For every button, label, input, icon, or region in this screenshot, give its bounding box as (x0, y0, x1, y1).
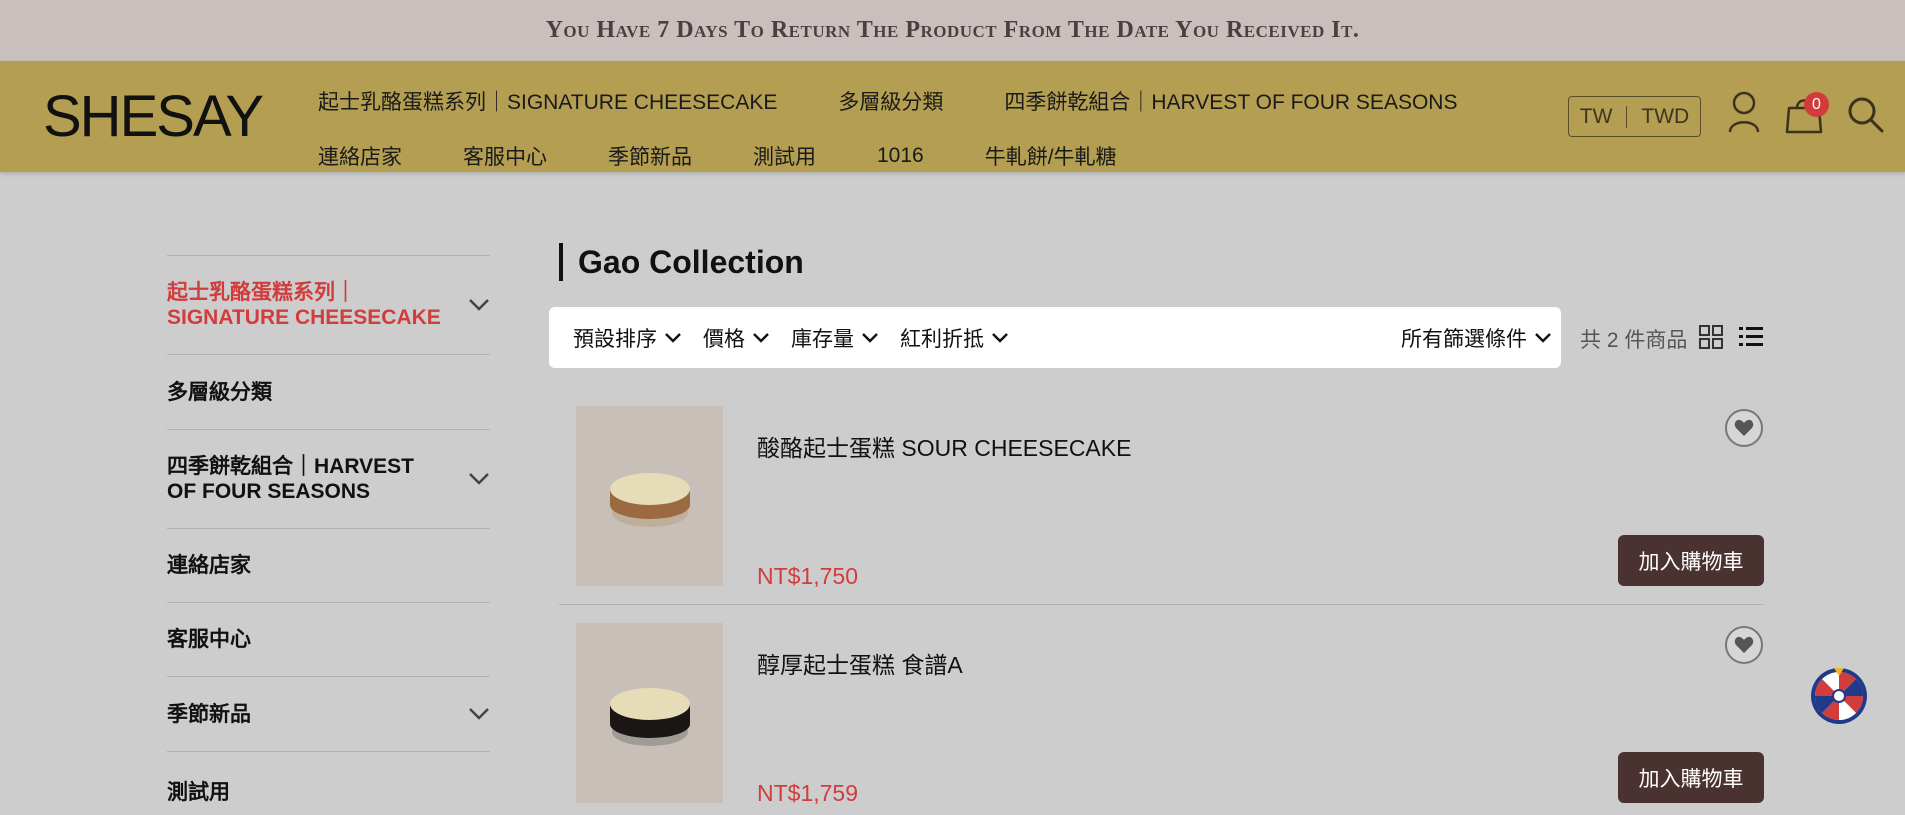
sidebar-item-label: 連絡店家 (167, 554, 251, 577)
grid-view-icon[interactable] (1699, 325, 1723, 349)
product-price: NT$1,750 (757, 563, 859, 589)
stock-filter[interactable]: 庫存量 (791, 323, 878, 353)
filter-bar: 預設排序 價格 庫存量 紅利折抵 所有篩選條件 (549, 307, 1561, 368)
announcement-bar: You Have 7 Days To Return The Product Fr… (0, 0, 1905, 61)
site-logo[interactable]: SHESAY (43, 83, 264, 151)
product-name[interactable]: 酸酪起士蛋糕 SOUR CHEESECAKE (757, 429, 1131, 463)
lang-divider (1626, 105, 1628, 128)
nav-item-contact[interactable]: 連絡店家 (318, 141, 402, 171)
product-divider (559, 604, 1764, 605)
nav-item-seasonal[interactable]: 季節新品 (608, 141, 692, 171)
chevron-down-icon (862, 332, 878, 343)
lucky-wheel-icon[interactable] (1809, 666, 1869, 726)
sidebar-item-test[interactable]: 測試用 (167, 751, 490, 815)
product-price: NT$1,759 (757, 780, 859, 806)
sidebar-item-label: 季節新品 (167, 702, 251, 726)
sidebar-item-seasonal[interactable]: 季節新品 (167, 676, 490, 751)
price-filter[interactable]: 價格 (703, 323, 769, 353)
sidebar-item-label: 測試用 (167, 781, 230, 804)
nav-item-nougat[interactable]: 牛軋餅/牛軋糖 (985, 141, 1117, 171)
chevron-down-icon[interactable] (468, 472, 490, 486)
all-filters-label: 所有篩選條件 (1401, 327, 1527, 351)
stock-filter-label: 庫存量 (791, 327, 854, 351)
site-header: SHESAY 起士乳酪蛋糕系列｜SIGNATURE CHEESECAKE 多層級… (0, 61, 1905, 172)
currency-label: TWD (1641, 104, 1690, 128)
cheesecake-image (609, 688, 690, 746)
chevron-down-icon[interactable] (468, 707, 490, 721)
nav-item-test[interactable]: 測試用 (753, 141, 816, 171)
product-card: 醇厚起士蛋糕 食譜A NT$1,759 加入購物車 (559, 623, 1764, 806)
chevron-down-icon (1535, 332, 1551, 343)
page-title: Gao Collection (559, 243, 804, 281)
add-to-cart-button[interactable]: 加入購物車 (1618, 535, 1764, 586)
cheesecake-image (609, 473, 690, 527)
chevron-down-icon (992, 332, 1008, 343)
cart-count-badge: 0 (1804, 92, 1829, 117)
chevron-down-icon (665, 332, 681, 343)
search-icon[interactable] (1846, 95, 1884, 133)
product-count: 共 2 件商品 (1580, 329, 1688, 352)
product-image[interactable] (576, 623, 723, 803)
language-currency-selector[interactable]: TW TWD (1568, 96, 1701, 137)
sort-label: 預設排序 (573, 327, 657, 351)
sidebar-item-label: 起士乳酪蛋糕系列｜SIGNATURE CHEESECAKE (167, 281, 441, 329)
sidebar-item-multilevel[interactable]: 多層級分類 (167, 354, 490, 429)
price-filter-label: 價格 (703, 327, 745, 351)
bonus-filter[interactable]: 紅利折抵 (900, 323, 1008, 353)
main-nav: 起士乳酪蛋糕系列｜SIGNATURE CHEESECAKE 多層級分類 四季餅乾… (318, 73, 1457, 183)
add-to-cart-button[interactable]: 加入購物車 (1618, 752, 1764, 803)
sidebar-item-service[interactable]: 客服中心 (167, 602, 490, 676)
all-filters-dropdown[interactable]: 所有篩選條件 (1401, 323, 1551, 353)
sidebar-item-label: 多層級分類 (167, 380, 272, 404)
list-view-icon[interactable] (1738, 325, 1764, 349)
bonus-filter-label: 紅利折抵 (900, 327, 984, 351)
sort-dropdown[interactable]: 預設排序 (573, 323, 681, 353)
chevron-down-icon[interactable] (468, 298, 490, 312)
sidebar-item-label: 四季餅乾組合｜HARVEST OF FOUR SEASONS (167, 455, 414, 503)
language-label: TW (1579, 104, 1613, 128)
product-card: 酸酪起士蛋糕 SOUR CHEESECAKE NT$1,750 加入購物車 (559, 406, 1764, 589)
nav-item-cheesecake[interactable]: 起士乳酪蛋糕系列｜SIGNATURE CHEESECAKE (318, 86, 777, 116)
product-name[interactable]: 醇厚起士蛋糕 食譜A (757, 646, 963, 680)
wishlist-button[interactable] (1725, 409, 1763, 447)
chevron-down-icon (753, 332, 769, 343)
user-icon[interactable] (1727, 91, 1761, 133)
nav-item-1016[interactable]: 1016 (877, 144, 924, 168)
sidebar-item-contact[interactable]: 連絡店家 (167, 528, 490, 602)
category-sidebar: 起士乳酪蛋糕系列｜SIGNATURE CHEESECAKE 多層級分類 四季餅乾… (167, 255, 490, 815)
product-image[interactable] (576, 406, 723, 586)
wishlist-button[interactable] (1725, 626, 1763, 664)
nav-item-multilevel[interactable]: 多層級分類 (838, 86, 943, 116)
nav-item-service[interactable]: 客服中心 (463, 141, 547, 171)
sidebar-item-label: 客服中心 (167, 628, 251, 651)
announcement-text: You Have 7 Days To Return The Product Fr… (545, 17, 1360, 43)
heart-icon (1734, 419, 1754, 436)
heart-icon (1734, 636, 1754, 653)
nav-item-harvest[interactable]: 四季餅乾組合｜HARVEST OF FOUR SEASONS (1004, 86, 1457, 116)
sidebar-item-harvest[interactable]: 四季餅乾組合｜HARVEST OF FOUR SEASONS (167, 429, 490, 528)
sidebar-item-cheesecake[interactable]: 起士乳酪蛋糕系列｜SIGNATURE CHEESECAKE (167, 255, 490, 354)
